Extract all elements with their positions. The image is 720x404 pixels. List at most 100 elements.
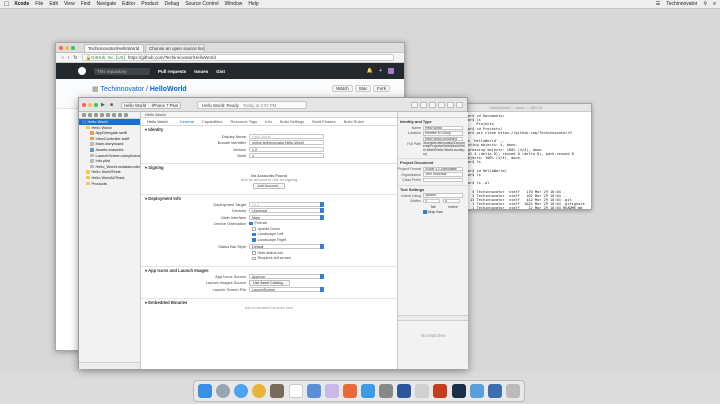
menu-product[interactable]: Product	[141, 1, 158, 7]
chrome-icon[interactable]	[252, 384, 267, 398]
menu-file[interactable]: File	[35, 1, 43, 7]
reload-icon[interactable]: ↻	[73, 55, 77, 61]
launch-screen-select[interactable]: LaunchScreen	[249, 286, 324, 292]
navigator-filter-bar[interactable]	[79, 362, 140, 369]
version-editor-icon[interactable]	[429, 102, 436, 108]
app-icons-section-title[interactable]: ▾ App Icons and Launch Images	[141, 266, 397, 273]
status-bar-style-select[interactable]: Default	[249, 244, 324, 250]
bundle-id-field[interactable]: online.techinnovator.Hello-World	[249, 140, 324, 146]
checkbox-icon[interactable]	[252, 232, 256, 236]
tab-capabilities[interactable]: Capabilities	[198, 119, 227, 124]
breakpoint-icon[interactable]	[118, 113, 122, 117]
debug-toggle-icon[interactable]	[447, 102, 454, 108]
repo-owner[interactable]: Techinnovator	[100, 86, 144, 93]
repo-name[interactable]: HelloWorld	[150, 86, 187, 93]
forward-icon[interactable]: ›	[68, 55, 70, 61]
search-icon[interactable]: ⚲	[703, 1, 707, 7]
main-interface-select[interactable]: Main	[249, 214, 324, 220]
issue-icon[interactable]	[100, 113, 104, 117]
avatar[interactable]	[388, 68, 394, 74]
watch-button[interactable]: Watch	[332, 85, 353, 92]
star-button[interactable]: Star	[354, 85, 371, 92]
address-bar[interactable]: 🔒 GitHub, Inc. [US] https://github.com/T…	[81, 54, 394, 61]
insp-indent-select[interactable]: Spaces	[423, 193, 463, 198]
zoom-icon[interactable]	[71, 46, 75, 50]
zoom-icon[interactable]	[94, 103, 98, 107]
gh-link-pull-requests[interactable]: Pull requests	[158, 69, 186, 74]
github-logo-icon[interactable]	[78, 67, 86, 75]
run-icon[interactable]: ▶	[101, 102, 105, 108]
debug-icon[interactable]	[112, 113, 116, 117]
use-asset-catalog-button[interactable]: Use Asset Catalog...	[249, 279, 290, 286]
requires-full-screen-checkbox[interactable]: Requires full screen	[141, 256, 397, 262]
orientation-landscape-right[interactable]: Landscape Right	[141, 237, 397, 243]
user-name[interactable]: Techinnovator	[666, 1, 697, 7]
itunes-icon[interactable]	[324, 384, 339, 398]
github-search-input[interactable]: This repository	[94, 67, 150, 75]
checkbox-icon[interactable]	[252, 256, 256, 260]
insp-org-field[interactable]: Tech Innovator	[423, 172, 463, 177]
insp-wrap-row[interactable]: Wrap lines	[398, 209, 468, 215]
menu-navigate[interactable]: Navigate	[96, 1, 116, 7]
navigator-item[interactable]: Products	[79, 181, 140, 187]
report-icon[interactable]	[124, 113, 128, 117]
preview-icon[interactable]	[415, 384, 430, 398]
ibooks-icon[interactable]	[342, 384, 357, 398]
apple-menu-icon[interactable]: 	[4, 1, 9, 8]
stop-icon[interactable]: ■	[110, 102, 113, 108]
bell-icon[interactable]: 🔔	[367, 68, 373, 74]
wifi-icon[interactable]: ☰	[656, 1, 660, 7]
embedded-section-title[interactable]: ▾ Embedded Binaries	[141, 297, 397, 305]
jump-bar-project[interactable]: Hello World	[145, 112, 166, 117]
scheme-selector[interactable]: Hello World › iPhone 7 Plus	[121, 102, 182, 109]
signing-section-title[interactable]: ▾ Signing	[141, 163, 397, 170]
xcode-icon[interactable]	[306, 384, 321, 398]
menu-app-name[interactable]: Xcode	[14, 1, 29, 7]
test-icon[interactable]	[106, 113, 110, 117]
safari-icon[interactable]	[234, 384, 249, 398]
assistant-editor-icon[interactable]	[420, 102, 427, 108]
version-field[interactable]: 1.0	[249, 146, 324, 152]
downloads-folder-icon[interactable]	[469, 384, 484, 398]
back-icon[interactable]: ‹	[62, 55, 64, 61]
add-account-button[interactable]: Add Account...	[253, 183, 285, 189]
menu-source-control[interactable]: Source Control	[185, 1, 218, 7]
trash-icon[interactable]	[505, 384, 520, 398]
display-name-field[interactable]: Hello World	[249, 133, 324, 139]
browser-tab-repo[interactable]: Techinnovator/HelloWorld	[84, 44, 144, 52]
tab-build-rules[interactable]: Build Rules	[340, 119, 368, 124]
build-field[interactable]: 1	[249, 153, 324, 159]
deployment-section-title[interactable]: ▾ Deployment Info	[141, 194, 397, 201]
folder-icon[interactable]	[82, 113, 86, 117]
powerpoint-icon[interactable]	[433, 384, 448, 398]
insp-prefix-field[interactable]	[423, 177, 463, 183]
tab-build-phases[interactable]: Build Phases	[308, 119, 339, 124]
symbol-icon[interactable]	[88, 113, 92, 117]
tab-resource-tags[interactable]: Resource Tags	[227, 119, 262, 124]
insp-name-field[interactable]: Hello World	[423, 125, 463, 130]
photoshop-icon[interactable]	[451, 384, 466, 398]
browser-tab-license[interactable]: Choose an open source licen...	[145, 44, 205, 52]
checkbox-icon[interactable]	[249, 221, 253, 225]
menu-view[interactable]: View	[64, 1, 75, 7]
deployment-target-select[interactable]: 10.3	[249, 201, 324, 207]
word-icon[interactable]	[397, 384, 412, 398]
menu-find[interactable]: Find	[81, 1, 91, 7]
close-icon[interactable]	[82, 103, 86, 107]
minimize-icon[interactable]	[88, 103, 92, 107]
tab-build-settings[interactable]: Build Settings	[276, 119, 308, 124]
menu-debug[interactable]: Debug	[164, 1, 179, 7]
list-icon[interactable]: ≡	[713, 1, 716, 7]
calendar-icon[interactable]	[288, 384, 303, 398]
gh-link-gist[interactable]: Gist	[216, 69, 225, 74]
minimize-icon[interactable]	[65, 46, 69, 50]
documents-folder-icon[interactable]	[487, 384, 502, 398]
launchpad-icon[interactable]	[216, 384, 231, 398]
fork-button[interactable]: Fork	[373, 85, 390, 92]
orientation-portrait[interactable]: Portrait	[249, 221, 267, 227]
insp-indent-width-field[interactable]: 4	[443, 198, 460, 204]
app-store-icon[interactable]	[360, 384, 375, 398]
insp-location-select[interactable]: Relative to Group	[423, 131, 463, 136]
insp-tab-width-field[interactable]: 4	[423, 198, 440, 204]
find-icon[interactable]	[94, 113, 98, 117]
